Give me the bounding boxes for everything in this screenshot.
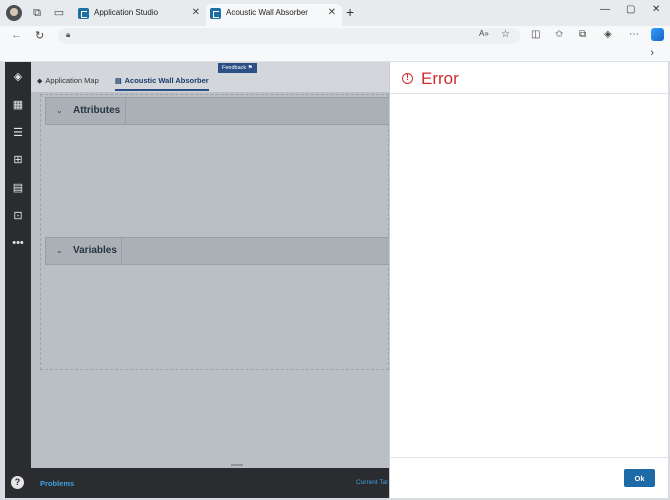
profile-avatar[interactable] xyxy=(6,5,22,21)
workspaces-icon[interactable]: ⧉ xyxy=(30,6,44,20)
app-favicon-icon xyxy=(78,8,89,19)
app-sidebar: ◈ ▦ ☰ ⊞ ▤ ⊡ ••• ? xyxy=(5,62,31,498)
more-icon[interactable]: ••• xyxy=(11,236,25,250)
section-variables[interactable]: ⌄ Variables xyxy=(45,237,389,265)
error-icon: ! xyxy=(402,73,413,84)
maximize-button[interactable]: ▢ xyxy=(626,4,635,15)
dialog-header: ! Error xyxy=(390,62,669,94)
browser-tab-acoustic-wall-absorber[interactable]: Acoustic Wall Absorber ✕ xyxy=(206,4,342,26)
browser-tab-application-studio[interactable]: Application Studio ✕ xyxy=(74,4,206,26)
collections-icon[interactable]: ⧉ xyxy=(579,29,586,40)
address-toolbar: ← ↻ 🔒︎ A» ☆ ◫ ✩ ⧉ ◈ ⋯ xyxy=(0,26,670,46)
close-tab-icon[interactable]: ✕ xyxy=(328,4,336,22)
section-attributes[interactable]: ⌄ Attributes xyxy=(45,97,389,125)
app-favicon-icon xyxy=(210,8,221,19)
editor-panel: ⌄ Attributes ⌄ Variables xyxy=(40,94,389,370)
dialog-footer: Ok xyxy=(390,457,669,498)
resize-handle[interactable] xyxy=(231,464,243,466)
table-icon[interactable]: ▤ xyxy=(11,181,25,195)
more-options-icon[interactable]: ⋯ xyxy=(629,29,639,40)
chevron-down-icon[interactable]: ⌄ xyxy=(56,246,63,255)
problems-tab[interactable]: Problems xyxy=(40,479,74,488)
split-screen-icon[interactable]: ◫ xyxy=(531,29,540,40)
tab-label: Acoustic Wall Absorber xyxy=(226,8,308,17)
address-bar[interactable]: 🔒︎ xyxy=(58,28,520,44)
divider xyxy=(125,98,126,124)
section-title: Attributes xyxy=(73,105,121,116)
layers-icon: ◆ xyxy=(37,78,43,85)
refresh-button[interactable]: ↻ xyxy=(35,29,44,42)
copilot-icon[interactable] xyxy=(651,28,664,41)
variable-icon[interactable]: ⊡ xyxy=(11,209,25,223)
checklist-icon[interactable]: ☰ xyxy=(11,126,25,140)
flag-icon: ⚑ xyxy=(247,65,253,71)
chevron-right-icon[interactable]: › xyxy=(650,47,654,59)
feedback-label: Feedback xyxy=(222,65,247,71)
lock-icon: 🔒︎ xyxy=(66,30,71,39)
hierarchy-icon[interactable]: ⊞ xyxy=(11,153,25,167)
back-button[interactable]: ← xyxy=(11,29,22,41)
new-tab-button[interactable]: + xyxy=(346,5,354,19)
read-aloud-icon[interactable]: A» xyxy=(479,29,489,38)
app-main: ◆ Application Map ▤ Acoustic Wall Absorber… xyxy=(31,62,389,468)
table-icon: ▤ xyxy=(115,78,122,85)
extension-icon[interactable]: ◈ xyxy=(604,29,612,40)
current-tab-link[interactable]: Current Tal xyxy=(356,479,388,486)
tab-actions-icon[interactable]: ▭ xyxy=(52,6,66,20)
error-dialog: ! Error Ok xyxy=(389,62,669,498)
feedback-button[interactable]: Feedback ⚑ xyxy=(218,63,257,73)
bottom-bar: Problems Current Tal xyxy=(31,464,389,498)
chevron-down-icon[interactable]: ⌄ xyxy=(56,106,63,115)
divider xyxy=(121,238,122,264)
section-title: Variables xyxy=(73,245,117,256)
tab-label: Acoustic Wall Absorber xyxy=(124,76,209,85)
tab-label: Application Studio xyxy=(94,8,159,17)
favorites-bar: › xyxy=(0,46,670,62)
close-tab-icon[interactable]: ✕ xyxy=(192,4,200,22)
layout-icon[interactable]: ▦ xyxy=(11,98,25,112)
tab-application-map[interactable]: ◆ Application Map xyxy=(37,76,99,85)
minimize-button[interactable]: — xyxy=(600,4,610,15)
app-tab-strip: ◆ Application Map ▤ Acoustic Wall Absorber… xyxy=(31,62,389,92)
dialog-title: Error xyxy=(421,69,459,88)
browser-tab-strip: ⧉ ▭ Application Studio ✕ Acoustic Wall A… xyxy=(0,0,670,26)
layers-icon[interactable]: ◈ xyxy=(11,70,25,84)
favorites-icon[interactable]: ✩ xyxy=(555,29,563,40)
tab-label: Application Map xyxy=(45,76,99,85)
favorite-star-icon[interactable]: ☆ xyxy=(501,29,510,40)
ok-button[interactable]: Ok xyxy=(624,469,655,487)
help-icon[interactable]: ? xyxy=(11,476,24,489)
close-window-button[interactable]: ✕ xyxy=(652,4,660,15)
tab-acoustic-wall-absorber[interactable]: ▤ Acoustic Wall Absorber xyxy=(115,76,209,91)
